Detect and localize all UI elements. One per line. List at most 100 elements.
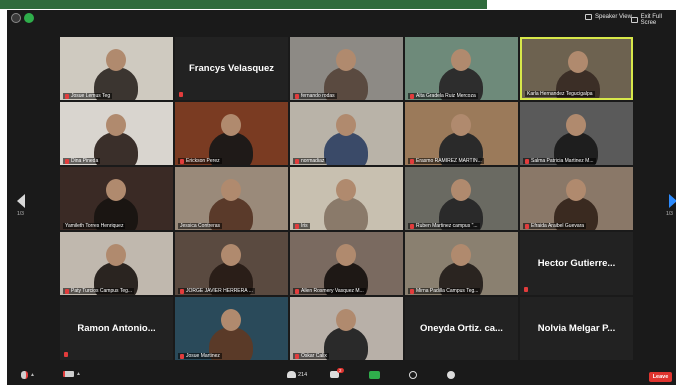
- participant-video-figure: [94, 132, 138, 165]
- microphone-muted-icon: [295, 93, 299, 99]
- participant-tile[interactable]: Josue Lemus Teg: [60, 37, 173, 100]
- microphone-muted-icon: [65, 158, 69, 164]
- participant-tile[interactable]: Salma Patricia Martinez M...: [520, 102, 633, 165]
- participant-tile[interactable]: Karla Hernandez Tegucigalpa: [520, 37, 633, 100]
- microphone-muted-icon: [180, 288, 184, 294]
- audio-options-chevron-icon[interactable]: ▲: [30, 372, 35, 378]
- participant-name-label: fernando rodas: [293, 93, 337, 99]
- participant-name-label: Paty Turcios Campus Teg...: [63, 288, 135, 294]
- participant-tile[interactable]: Francys Velasquez: [175, 37, 288, 100]
- participant-name-text: Josue Lemus Teg: [71, 93, 111, 99]
- start-video-button[interactable]: ▲: [63, 371, 81, 377]
- top-bar: Speaker View Exit Full Scree: [7, 10, 676, 30]
- chat-button[interactable]: 2: [330, 368, 344, 378]
- participant-name-text: Karla Hernandez Tegucigalpa: [527, 91, 593, 97]
- mute-button[interactable]: ▲: [21, 371, 35, 379]
- participant-tile[interactable]: Oneyda Ortiz. ca...: [405, 297, 518, 360]
- participant-name-label: Mirna Padilla Campus Teg...: [408, 288, 481, 294]
- speaker-view-button[interactable]: Speaker View: [585, 14, 632, 20]
- exit-full-screen-button[interactable]: Exit Full Scree: [631, 14, 676, 26]
- participant-tile[interactable]: JORGE JAVIER HERRERA ...: [175, 232, 288, 295]
- video-options-chevron-icon[interactable]: ▲: [76, 371, 81, 377]
- participant-tile[interactable]: Erasmo RAMIREZ MARTIN...: [405, 102, 518, 165]
- participant-video-head: [221, 179, 241, 201]
- video-off-icon: [63, 371, 74, 377]
- participant-name-label: Josue Martinez: [178, 353, 222, 359]
- leave-label: Leave: [652, 374, 669, 380]
- participant-video-head: [221, 309, 241, 331]
- leave-button[interactable]: Leave: [649, 372, 672, 382]
- participant-video-head: [106, 49, 126, 71]
- participant-tile[interactable]: normadiaz: [290, 102, 403, 165]
- participant-name-display: Oneyda Ortiz. ca...: [420, 323, 503, 334]
- participant-name-text: Ruben Martinez campus "...: [416, 223, 478, 229]
- microphone-muted-icon: [524, 287, 528, 292]
- record-button[interactable]: [409, 371, 417, 379]
- participant-tile[interactable]: Josue Martinez: [175, 297, 288, 360]
- participant-name-label: Salma Patricia Martinez M...: [523, 158, 596, 164]
- info-icon[interactable]: [11, 13, 21, 23]
- microphone-muted-icon: [410, 288, 414, 294]
- smiley-icon: [447, 371, 455, 379]
- speaker-view-label: Speaker View: [595, 14, 632, 20]
- microphone-muted-icon: [410, 93, 414, 99]
- participant-name-display: Hector Gutierre...: [537, 258, 616, 269]
- microphone-muted-icon: [180, 158, 184, 164]
- participant-tile[interactable]: Jessica Contreras: [175, 167, 288, 230]
- microphone-muted-icon: [410, 223, 414, 229]
- participant-tile[interactable]: Paty Turcios Campus Teg...: [60, 232, 173, 295]
- participant-name-label: Allen Rosmery Vasquez M...: [293, 288, 366, 294]
- microphone-muted-icon: [179, 92, 183, 97]
- participant-tile[interactable]: Hector Gutierre...: [520, 232, 633, 295]
- participant-tile[interactable]: Ruben Martinez campus "...: [405, 167, 518, 230]
- participant-name-label: Yamileth Torres Henriquez: [63, 223, 126, 229]
- participant-video-head: [106, 179, 126, 201]
- participant-tile[interactable]: Mirna Padilla Campus Teg...: [405, 232, 518, 295]
- participant-tile[interactable]: Dina Pineda: [60, 102, 173, 165]
- top-color-band: [0, 0, 487, 9]
- meeting-window: Speaker View Exit Full Scree 1/3 1/3 Jos…: [7, 10, 676, 385]
- participant-video-head: [336, 179, 356, 201]
- share-screen-icon: [369, 371, 380, 379]
- participant-tile[interactable]: Alta Gradela Ruiz Mercoza: [405, 37, 518, 100]
- participant-name-text: Erasmo RAMIREZ MARTIN...: [416, 158, 482, 164]
- microphone-muted-icon: [180, 353, 184, 359]
- participant-name-label: Josue Lemus Teg: [63, 93, 113, 99]
- participant-tile[interactable]: fernando rodas: [290, 37, 403, 100]
- participant-name-label: Alta Gradela Ruiz Mercoza: [408, 93, 478, 99]
- participant-name-display: Nolvia Melgar P...: [537, 323, 616, 334]
- next-page-arrow[interactable]: [669, 194, 676, 208]
- exit-full-screen-label: Exit Full Scree: [640, 14, 662, 26]
- participant-name-text: Josue Martinez: [186, 353, 220, 359]
- participant-video-head: [106, 244, 126, 266]
- previous-page-arrow[interactable]: [17, 194, 25, 208]
- participant-name-text: Jessica Contreras: [180, 223, 221, 229]
- participant-name-text: fernando rodas: [301, 93, 335, 99]
- participant-video-head: [451, 179, 471, 201]
- participant-video-head: [336, 49, 356, 71]
- microphone-muted-icon: [65, 288, 69, 294]
- participant-tile[interactable]: Iris: [290, 167, 403, 230]
- participant-tile[interactable]: Oskar Calix: [290, 297, 403, 360]
- participant-tile[interactable]: Yamileth Torres Henriquez: [60, 167, 173, 230]
- reactions-button[interactable]: [447, 371, 455, 379]
- participant-video-head: [566, 114, 586, 136]
- participant-name-label: Jessica Contreras: [178, 223, 223, 229]
- participant-video-head: [336, 309, 356, 331]
- share-screen-button[interactable]: [369, 371, 380, 379]
- microphone-muted-icon: [295, 158, 299, 164]
- participant-video-head: [336, 114, 356, 136]
- participants-button[interactable]: 214: [287, 371, 307, 378]
- participant-tile[interactable]: Efraida Araibel Guevara: [520, 167, 633, 230]
- participant-name-text: Yamileth Torres Henriquez: [65, 223, 124, 229]
- participant-tile[interactable]: Allen Rosmery Vasquez M...: [290, 232, 403, 295]
- participant-tile[interactable]: Erickson Perez: [175, 102, 288, 165]
- participant-tile[interactable]: Ramon Antonio...: [60, 297, 173, 360]
- microphone-muted-icon: [65, 93, 69, 99]
- microphone-muted-icon: [295, 288, 299, 294]
- participants-icon: [287, 371, 296, 378]
- participant-name-text: Iris: [301, 223, 308, 229]
- participant-name-text: Allen Rosmery Vasquez M...: [301, 288, 364, 294]
- shield-icon[interactable]: [24, 13, 34, 23]
- participant-tile[interactable]: Nolvia Melgar P...: [520, 297, 633, 360]
